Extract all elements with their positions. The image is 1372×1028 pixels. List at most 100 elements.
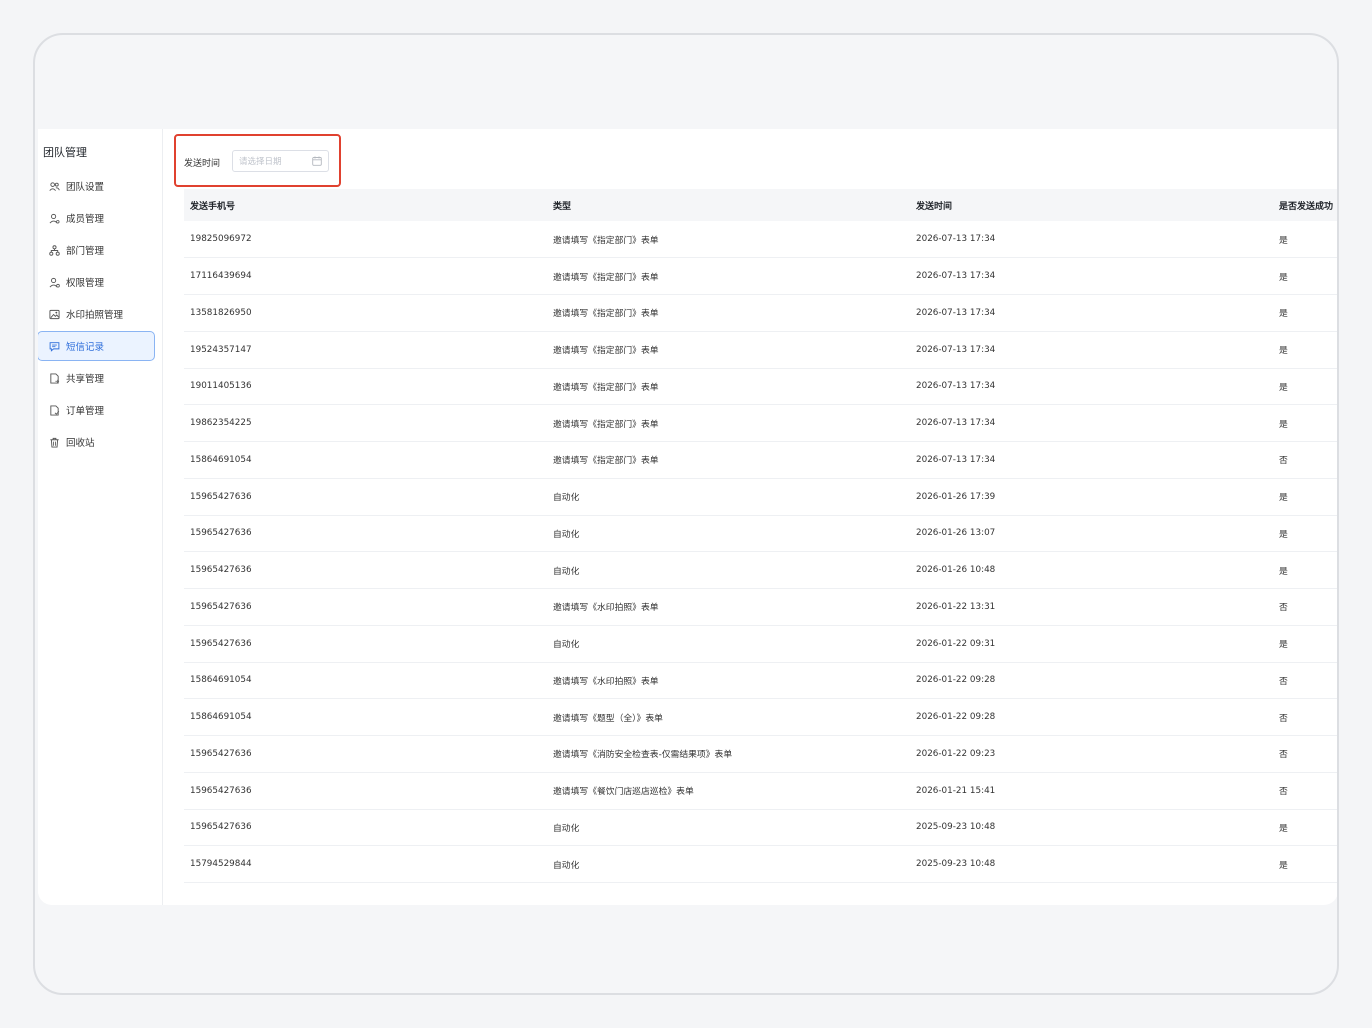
team-icon: [48, 180, 60, 192]
cell-send-time: 2026-01-22 09:28: [916, 675, 996, 686]
cell-phone: 15965427636: [190, 528, 252, 539]
sidebar-item-2[interactable]: 成员管理: [38, 203, 155, 233]
sidebar-item-label: 短信记录: [66, 342, 105, 353]
cell-success: 是: [1279, 493, 1288, 504]
sidebar-item-label: 部门管理: [66, 246, 105, 257]
cell-success: 是: [1279, 823, 1288, 834]
user-key-icon: [48, 276, 60, 288]
cell-success: 否: [1279, 787, 1288, 798]
table-row: 15965427636 邀请填写《水印拍照》表单 2026-01-22 13:31 否: [184, 589, 1337, 626]
cell-phone: 19011405136: [190, 381, 252, 392]
sidebar-item-9[interactable]: 回收站: [38, 427, 155, 457]
cell-send-time: 2025-09-23 10:48: [916, 822, 996, 833]
sidebar-item-6[interactable]: 短信记录: [38, 331, 155, 361]
cell-send-time: 2026-07-13 17:34: [916, 234, 996, 245]
cell-success: 否: [1279, 456, 1288, 467]
device-frame: 团队管理 团队设置 成员管理 部门管理 权限管理 水印拍照管理 短信记录 共享管理 订单管理回…: [33, 33, 1339, 995]
table-header: 发送手机号 类型 发送时间 是否发送成功: [184, 189, 1337, 221]
cell-send-time: 2026-01-22 09:28: [916, 712, 996, 723]
cell-phone: 15794529844: [190, 859, 252, 870]
order-doc-icon: [48, 404, 60, 416]
sms-records-table: 发送手机号 类型 发送时间 是否发送成功 19825096972 邀请填写《指定部…: [184, 189, 1337, 883]
cell-success: 是: [1279, 529, 1288, 540]
cell-send-time: 2026-07-13 17:34: [916, 344, 996, 355]
sidebar-item-label: 水印拍照管理: [66, 310, 124, 321]
cell-send-time: 2026-07-13 17:34: [916, 271, 996, 282]
cell-send-time: 2025-09-23 10:48: [916, 859, 996, 870]
table-row: 13581826950 邀请填写《指定部门》表单 2026-07-13 17:34 是: [184, 295, 1337, 332]
user-icon: [48, 212, 60, 224]
table-row: 15864691054 邀请填写《水印拍照》表单 2026-01-22 09:28 否: [184, 662, 1337, 699]
cell-type: 邀请填写《餐饮门店巡店巡检》表单: [553, 787, 694, 798]
cell-type: 邀请填写《题型（全）》表单: [553, 713, 663, 724]
recycle-bin-icon: [48, 436, 60, 448]
main-content: 发送时间 请选择日期 发送手机号 类型 发送时间 是否发送成功 19825096…: [174, 129, 1337, 905]
cell-send-time: 2026-01-22 13:31: [916, 601, 996, 612]
cell-phone: 15965427636: [190, 601, 252, 612]
cell-phone: 15965427636: [190, 565, 252, 576]
date-picker-input[interactable]: 请选择日期: [232, 150, 329, 172]
cell-phone: 15965427636: [190, 822, 252, 833]
table-row: 15965427636 自动化 2026-01-26 17:39 是: [184, 478, 1337, 515]
cell-success: 是: [1279, 860, 1288, 871]
cell-success: 是: [1279, 309, 1288, 320]
cell-success: 是: [1279, 346, 1288, 357]
cell-success: 是: [1279, 382, 1288, 393]
sidebar-item-label: 权限管理: [66, 278, 105, 289]
cell-phone: 15965427636: [190, 785, 252, 796]
table-row: 15864691054 邀请填写《指定部门》表单 2026-07-13 17:34 否: [184, 442, 1337, 479]
col-header-success: 是否发送成功: [1279, 201, 1334, 212]
cell-success: 是: [1279, 272, 1288, 283]
cell-phone: 15864691054: [190, 454, 252, 465]
cell-success: 否: [1279, 750, 1288, 761]
table-row: 15965427636 自动化 2026-01-22 09:31 是: [184, 625, 1337, 662]
cell-type: 自动化: [553, 566, 580, 577]
cell-type: 自动化: [553, 640, 580, 651]
table-row: 17116439694 邀请填写《指定部门》表单 2026-07-13 17:34 是: [184, 258, 1337, 295]
share-doc-icon: [48, 372, 60, 384]
cell-phone: 13581826950: [190, 307, 252, 318]
cell-type: 邀请填写《指定部门》表单: [553, 419, 659, 430]
table-body: 19825096972 邀请填写《指定部门》表单 2026-07-13 17:34 是…: [184, 221, 1337, 883]
cell-send-time: 2026-01-26 17:39: [916, 491, 996, 502]
table-row: 15794529844 自动化 2025-09-23 10:48 是: [184, 846, 1337, 883]
cell-phone: 15864691054: [190, 712, 252, 723]
sidebar-item-label: 团队设置: [66, 182, 105, 193]
cell-send-time: 2026-07-13 17:34: [916, 381, 996, 392]
cell-send-time: 2026-01-21 15:41: [916, 785, 996, 796]
table-row: 19825096972 邀请填写《指定部门》表单 2026-07-13 17:34 是: [184, 221, 1337, 258]
cell-send-time: 2026-01-26 10:48: [916, 565, 996, 576]
date-placeholder: 请选择日期: [239, 157, 282, 167]
table-row: 15965427636 自动化 2026-01-26 10:48 是: [184, 552, 1337, 589]
table-row: 15965427636 自动化 2026-01-26 13:07 是: [184, 515, 1337, 552]
col-header-send-time: 发送时间: [916, 201, 953, 212]
sidebar-item-3[interactable]: 部门管理: [38, 235, 155, 265]
cell-send-time: 2026-07-13 17:34: [916, 307, 996, 318]
sidebar-item-4[interactable]: 权限管理: [38, 267, 155, 297]
cell-success: 否: [1279, 603, 1288, 614]
cell-type: 邀请填写《指定部门》表单: [553, 456, 659, 467]
cell-type: 邀请填写《水印拍照》表单: [553, 603, 659, 614]
cell-type: 邀请填写《指定部门》表单: [553, 235, 659, 246]
cell-type: 自动化: [553, 493, 580, 504]
sidebar-item-7[interactable]: 共享管理: [38, 363, 155, 393]
sidebar-item-label: 订单管理: [66, 406, 105, 417]
image-icon: [48, 308, 60, 320]
cell-type: 自动化: [553, 529, 580, 540]
cell-send-time: 2026-07-13 17:34: [916, 454, 996, 465]
table-row: 15965427636 自动化 2025-09-23 10:48 是: [184, 809, 1337, 846]
col-header-phone: 发送手机号: [190, 201, 236, 212]
table-row: 15864691054 邀请填写《题型（全）》表单 2026-01-22 09:28…: [184, 699, 1337, 736]
cell-success: 是: [1279, 235, 1288, 246]
org-chart-icon: [48, 244, 60, 256]
cell-type: 邀请填写《消防安全检查表-仅需结果项》表单: [553, 750, 733, 761]
cell-success: 否: [1279, 676, 1288, 687]
sidebar-item-1[interactable]: 团队设置: [38, 171, 155, 201]
table-row: 19524357147 邀请填写《指定部门》表单 2026-07-13 17:34 是: [184, 331, 1337, 368]
cell-type: 自动化: [553, 823, 580, 834]
sidebar-item-5[interactable]: 水印拍照管理: [38, 299, 155, 329]
sidebar-item-8[interactable]: 订单管理: [38, 395, 155, 425]
send-time-filter: 发送时间 请选择日期: [174, 134, 341, 187]
cell-success: 是: [1279, 640, 1288, 651]
calendar-icon: [312, 156, 322, 166]
